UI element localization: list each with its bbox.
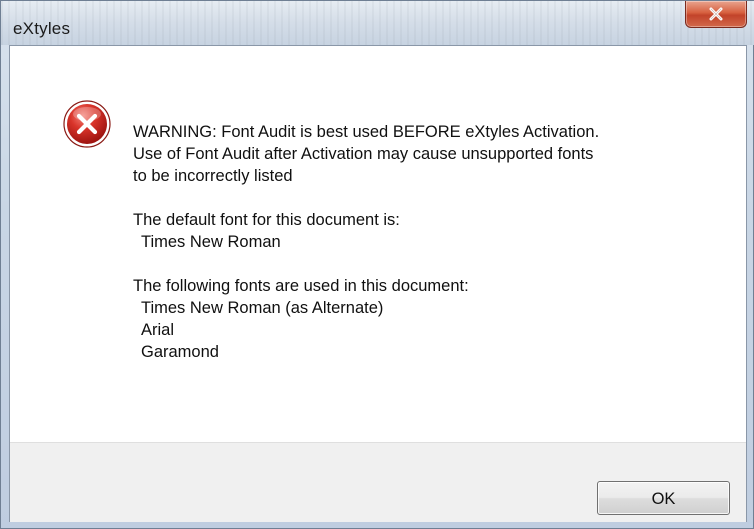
close-button[interactable] bbox=[685, 1, 747, 28]
warning-line-1: WARNING: Font Audit is best used BEFORE … bbox=[133, 123, 600, 141]
used-font-item: Arial bbox=[141, 321, 175, 339]
button-bar: OK bbox=[10, 442, 746, 522]
error-icon bbox=[63, 100, 111, 148]
window-title: eXtyles bbox=[13, 19, 71, 38]
warning-line-2: Use of Font Audit after Activation may c… bbox=[133, 145, 594, 163]
ok-button[interactable]: OK bbox=[597, 481, 730, 515]
default-font-label: The default font for this document is: bbox=[133, 211, 400, 229]
default-font-value: Times New Roman bbox=[141, 233, 281, 251]
used-font-item: Garamond bbox=[141, 343, 219, 361]
message-text: WARNING: Font Audit is best used BEFORE … bbox=[133, 121, 723, 363]
dialog-window: eXtyles WARNING: Font Audit is best used… bbox=[0, 0, 754, 529]
used-font-item: Times New Roman (as Alternate) bbox=[141, 299, 384, 317]
message-area: WARNING: Font Audit is best used BEFORE … bbox=[10, 46, 746, 442]
used-fonts-label: The following fonts are used in this doc… bbox=[133, 277, 469, 295]
dialog-client-area: WARNING: Font Audit is best used BEFORE … bbox=[9, 45, 747, 522]
title-bar[interactable]: eXtyles bbox=[1, 1, 754, 45]
warning-line-3: to be incorrectly listed bbox=[133, 167, 293, 185]
close-icon bbox=[709, 7, 723, 21]
